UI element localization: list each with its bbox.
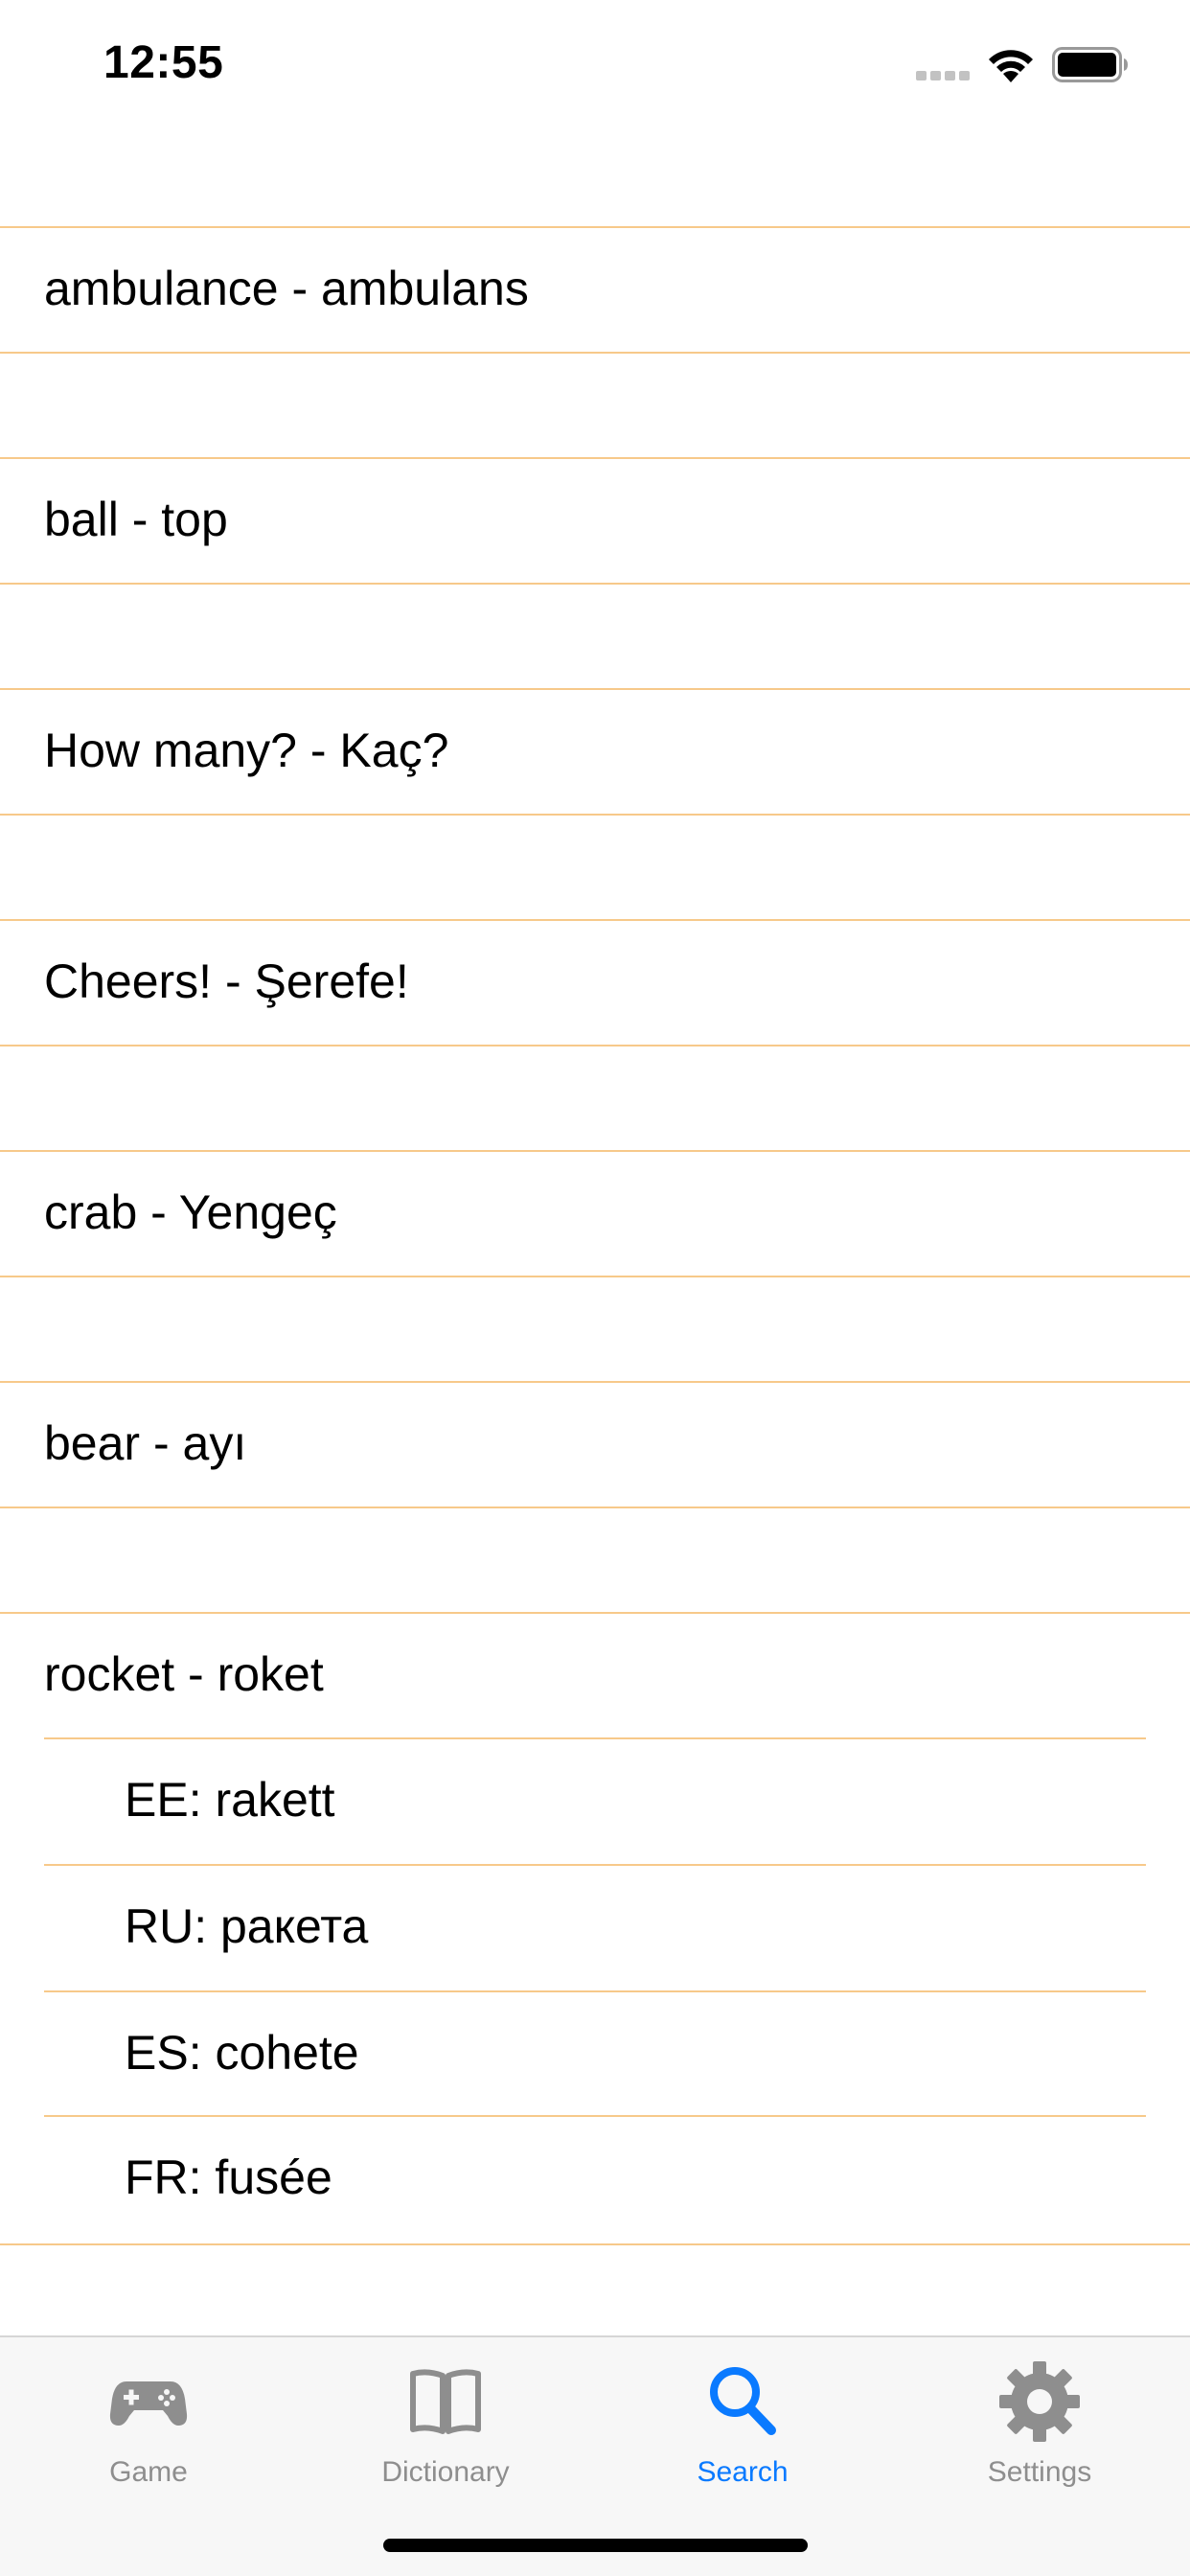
tab-label: Game [109, 2456, 188, 2488]
home-indicator [383, 2539, 808, 2552]
status-bar: 12:55 [0, 0, 1190, 126]
word-row[interactable]: ball - top [0, 457, 1190, 585]
word-row[interactable]: Cheers! - Şerefe! [0, 919, 1190, 1046]
tab-game[interactable]: Game [34, 2337, 263, 2500]
battery-icon [1052, 47, 1128, 82]
word-entry: bear - ayı [0, 1381, 1190, 1508]
book-icon [410, 2369, 481, 2434]
tab-label: Dictionary [381, 2456, 510, 2488]
tab-label: Settings [987, 2456, 1092, 2488]
cellular-signal-icon [916, 71, 970, 80]
translation-text: FR: fusée [125, 2150, 332, 2204]
word-row-text: bear - ayı [44, 1416, 247, 1470]
word-entry: ball - top [0, 457, 1190, 585]
word-row-text: ambulance - ambulans [44, 262, 529, 315]
search-icon [710, 2367, 776, 2435]
tab-search[interactable]: Search [628, 2337, 858, 2500]
translation-row[interactable]: RU: ракета [44, 1864, 1146, 1990]
word-entry: ambulance - ambulans [0, 226, 1190, 354]
translation-row[interactable]: FR: fusée [0, 2115, 1190, 2245]
word-row-text: Cheers! - Şerefe! [44, 954, 409, 1008]
tab-dictionary[interactable]: Dictionary [331, 2337, 561, 2500]
status-time: 12:55 [103, 37, 224, 88]
wifi-icon [989, 50, 1033, 82]
translation-text: ES: cohete [125, 2026, 359, 2080]
translation-row[interactable]: EE: rakett [44, 1737, 1146, 1864]
word-entry-expanded: rocket - roket EE: rakett RU: ракета ES:… [0, 1612, 1190, 2245]
translation-text: RU: ракета [125, 1899, 369, 1953]
word-row[interactable]: rocket - roket [0, 1612, 1190, 1737]
tab-settings[interactable]: Settings [925, 2337, 1155, 2500]
word-row-text: rocket - roket [44, 1647, 324, 1701]
gamepad-icon [109, 2381, 188, 2426]
gear-icon [999, 2361, 1080, 2442]
word-row[interactable]: How many? - Kaç? [0, 688, 1190, 816]
tab-label: Search [697, 2456, 789, 2488]
translation-text: EE: rakett [125, 1773, 335, 1827]
word-entry: How many? - Kaç? [0, 688, 1190, 816]
word-row[interactable]: crab - Yengeç [0, 1150, 1190, 1277]
word-list: ambulance - ambulans ball - top How many… [0, 226, 1190, 2245]
word-row[interactable]: bear - ayı [0, 1381, 1190, 1508]
word-row-text: ball - top [44, 493, 228, 546]
word-entry: crab - Yengeç [0, 1150, 1190, 1277]
word-row[interactable]: ambulance - ambulans [0, 226, 1190, 354]
word-entry: Cheers! - Şerefe! [0, 919, 1190, 1046]
word-row-text: How many? - Kaç? [44, 724, 449, 777]
word-row-text: crab - Yengeç [44, 1185, 337, 1239]
translation-row[interactable]: ES: cohete [44, 1990, 1146, 2117]
